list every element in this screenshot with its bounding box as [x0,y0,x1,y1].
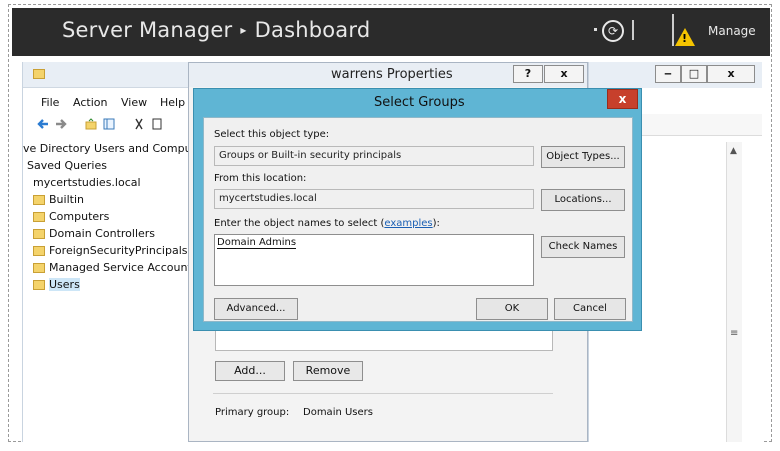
location-field: mycertstudies.local [214,189,534,209]
menu-bar: File Action View Help [23,92,191,112]
select-groups-dialog: Select Groups x Select this object type:… [193,88,642,331]
object-names-label: Enter the object names to select (exampl… [214,218,440,229]
dialog-close-button[interactable]: x [607,89,638,109]
advanced-button[interactable]: Advanced... [214,298,298,320]
properties-titlebar: warrens Properties ? x [189,63,587,87]
refresh-icon[interactable]: ⟳ [602,20,624,42]
folder-icon [33,280,45,290]
properties-close-button[interactable]: x [544,65,584,83]
dialog-titlebar: Select Groups x [194,89,641,115]
help-button[interactable]: ? [513,65,543,83]
folder-icon [33,195,45,205]
folder-icon [33,69,45,79]
vertical-scrollbar[interactable]: ▲ ≡ [726,142,742,442]
object-names-value: Domain Admins [217,237,297,249]
properties-title: warrens Properties [331,67,453,82]
toolbar [23,114,191,134]
examples-link[interactable]: examples [384,218,432,229]
folder-icon [33,246,45,256]
header-title: Server Manager ▸ Dashboard [62,18,370,42]
primary-group-label: Primary group: [215,407,290,418]
cut-icon[interactable] [133,118,145,130]
menu-file[interactable]: File [41,96,59,109]
locations-button[interactable]: Locations... [541,189,625,211]
breadcrumb-separator-icon: ▸ [240,23,247,37]
dialog-body: Select this object type: Groups or Built… [203,117,633,322]
remove-button[interactable]: Remove [293,361,363,381]
member-of-list[interactable] [215,329,553,351]
dialog-title: Select Groups [374,95,465,110]
breadcrumb-dashboard[interactable]: Dashboard [255,18,371,42]
maximize-button[interactable]: □ [681,65,707,83]
object-type-field: Groups or Built-in security principals [214,146,534,166]
location-label: From this location: [214,173,307,184]
minimize-button[interactable]: ‒ [655,65,681,83]
up-folder-icon[interactable] [85,118,97,130]
aduc-window: File Action View Help ve Directory Users… [22,62,197,442]
object-types-button[interactable]: Object Types... [541,146,625,168]
menu-view[interactable]: View [121,96,147,109]
object-names-input[interactable]: Domain Admins [214,234,534,286]
dot-icon [594,28,597,31]
console-tree-icon[interactable] [103,118,115,130]
folder-icon [33,212,45,222]
ok-button[interactable]: OK [476,298,548,320]
object-type-label: Select this object type: [214,129,330,140]
warning-icon[interactable]: ! [675,28,695,46]
menu-help[interactable]: Help [160,96,185,109]
forward-arrow-icon[interactable] [55,118,67,130]
object-names-label-suffix: ): [432,218,440,229]
ou-folder-icon [33,229,45,239]
add-button[interactable]: Add... [215,361,285,381]
cancel-button[interactable]: Cancel [554,298,626,320]
background-window-titlebar: ‒ □ x [589,62,762,88]
object-names-label-prefix: Enter the object names to select ( [214,218,385,229]
scroll-up-icon[interactable]: ▲ [730,146,737,156]
divider [213,393,553,394]
server-manager-header: Server Manager ▸ Dashboard ⟳ ! Manage [12,8,770,56]
check-names-button[interactable]: Check Names [541,236,625,258]
manage-menu[interactable]: Manage [708,24,756,38]
back-arrow-icon[interactable] [37,118,49,130]
folder-icon [33,263,45,273]
app-title: Server Manager [62,18,233,42]
close-button[interactable]: x [707,65,755,83]
primary-group-value: Domain Users [303,407,373,418]
divider [632,20,634,40]
scroll-grip-icon[interactable]: ≡ [730,328,738,339]
copy-icon[interactable] [151,118,163,130]
aduc-titlebar [23,62,191,88]
menu-action[interactable]: Action [73,96,107,109]
